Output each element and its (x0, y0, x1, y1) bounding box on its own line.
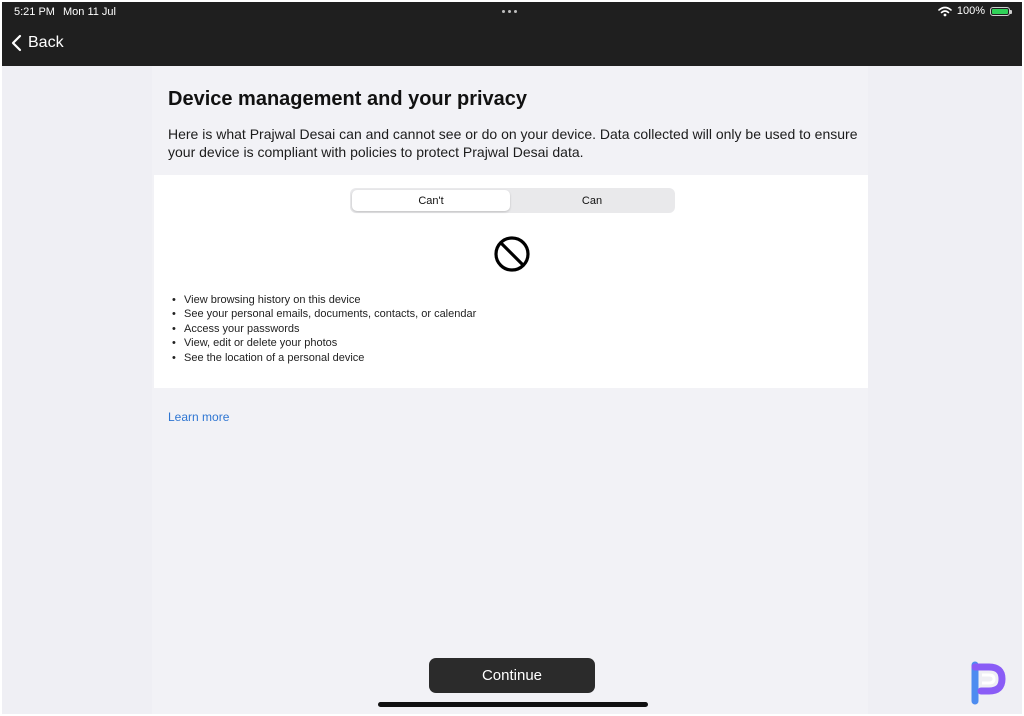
list-item-text: See your personal emails, documents, con… (184, 308, 477, 321)
navigation-bar: Back (2, 24, 1022, 66)
main-content: Device management and your privacy Here … (152, 66, 868, 714)
battery-percentage: 100% (956, 5, 985, 17)
page-description: Here is what Prajwal Desai can and canno… (168, 126, 858, 160)
status-date: Mon 11 Jul (63, 6, 116, 18)
prohibited-icon (494, 236, 530, 272)
learn-more-link[interactable]: Learn more (168, 410, 229, 424)
list-item-text: Access your passwords (184, 322, 300, 335)
right-margin-area (868, 66, 1022, 714)
list-item: • See your personal emails, documents, co… (172, 308, 477, 321)
list-item-text: View browsing history on this device (184, 294, 361, 306)
list-item-text: View, edit or delete your photos (184, 337, 338, 350)
status-time: 5:21 PM (14, 6, 55, 18)
status-bar: 5:21 PM Mon 11 Jul 100% (2, 2, 1022, 24)
cant-list: • View browsing history on this device • S… (172, 293, 476, 365)
page-title: Device management and your privacy (168, 88, 528, 110)
app-frame: 5:21 PM Mon 11 Jul 100% Back Device mana… (2, 2, 1022, 714)
privacy-card: Can't Can • View browsing history on this… (154, 175, 868, 388)
list-item-text: See the location of a personal device (184, 351, 365, 364)
continue-button[interactable]: Continue (429, 658, 595, 693)
brand-logo (971, 661, 1006, 705)
battery-icon (990, 6, 1012, 16)
back-button[interactable]: Back (10, 34, 64, 52)
battery-level-fill (992, 8, 1008, 14)
home-indicator[interactable] (378, 702, 648, 707)
list-item: • See the location of a personal device (172, 351, 365, 364)
segment-cant[interactable]: Can't (352, 190, 510, 211)
status-indicators: 100% (938, 5, 1012, 17)
left-margin-area (2, 66, 152, 714)
back-label: Back (28, 34, 64, 51)
segmented-control: Can't Can (350, 188, 675, 213)
chevron-left-icon (11, 34, 22, 52)
list-item: • Access your passwords (172, 322, 300, 335)
segment-can[interactable]: Can (512, 190, 672, 211)
list-item: • View browsing history on this device (172, 294, 361, 306)
list-item: • View, edit or delete your photos (172, 337, 338, 350)
wifi-icon (938, 6, 952, 16)
multitasking-dots[interactable] (502, 10, 517, 13)
